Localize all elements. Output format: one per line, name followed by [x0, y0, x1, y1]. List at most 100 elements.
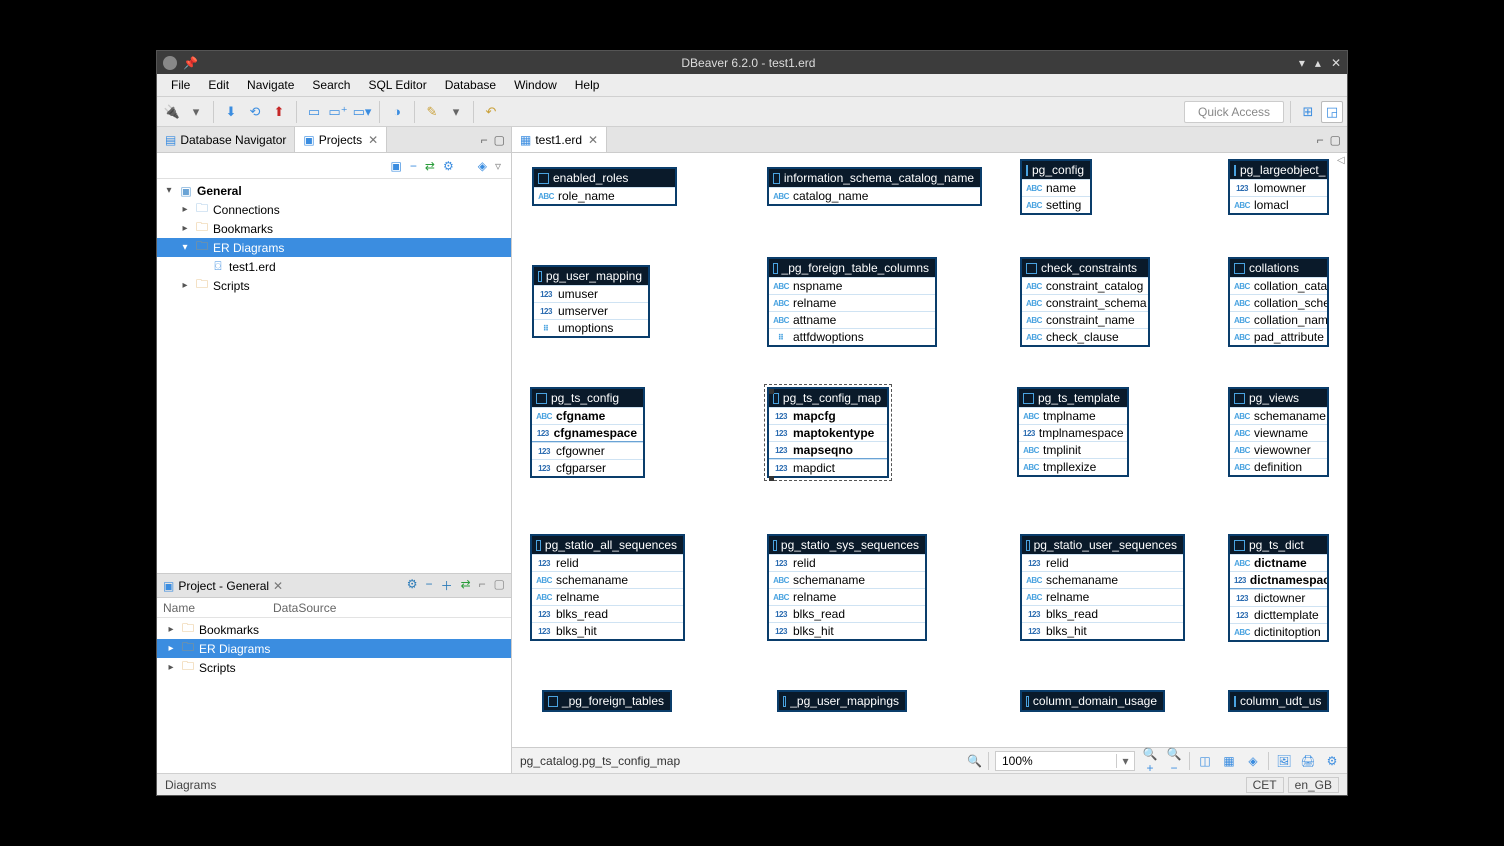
menu-help[interactable]: Help [567, 76, 608, 94]
erd-table-collations[interactable]: collationsABCcollation_cataloABCcollatio… [1228, 257, 1329, 347]
erd-table-header[interactable]: pg_statio_all_sequences [532, 536, 683, 554]
commit-icon[interactable]: ◑ [386, 101, 408, 123]
erd-table-pg_largeobject[interactable]: pg_largeobject_123lomownerABClomacl [1228, 159, 1329, 215]
erd-column[interactable]: ABCcollation_catalo [1230, 277, 1327, 294]
erd-column[interactable]: 123cfgparser [532, 459, 643, 476]
tree-item-connections[interactable]: ▸🗀Connections [157, 200, 511, 219]
erd-table-pg_ts_config_map[interactable]: pg_ts_config_map123mapcfg123maptokentype… [767, 387, 889, 478]
erd-column[interactable]: 123dictowner [1230, 589, 1327, 606]
erd-column[interactable]: 123mapdict [769, 459, 887, 476]
erd-column[interactable]: 123umuser [534, 285, 648, 302]
erd-column[interactable]: ABCschemaname [532, 571, 683, 588]
erd-layout-icon[interactable]: ◫ [1196, 754, 1214, 768]
erd-table-header[interactable]: column_domain_usage [1022, 692, 1163, 710]
erd-table-_pg_user_mappings[interactable]: _pg_user_mappings [777, 690, 907, 712]
menu-edit[interactable]: Edit [200, 76, 237, 94]
pin-icon[interactable]: 📌 [183, 56, 198, 70]
menu-sql-editor[interactable]: SQL Editor [360, 76, 434, 94]
erd-table-pg_ts_dict[interactable]: pg_ts_dictABCdictname123dictnamespac123d… [1228, 534, 1329, 642]
erd-table-header[interactable]: pg_largeobject_ [1230, 161, 1327, 179]
erd-column[interactable]: ABCconstraint_name [1022, 311, 1148, 328]
disconnect-icon[interactable]: ⬆ [268, 101, 290, 123]
erd-column[interactable]: 123blks_read [769, 605, 925, 622]
erd-table-pg_config[interactable]: pg_configABCnameABCsetting [1020, 159, 1092, 215]
erd-column[interactable]: 123mapseqno [769, 441, 887, 459]
sql-editor-icon[interactable]: ▭ [303, 101, 325, 123]
perspective-2-icon[interactable]: ◲ [1321, 101, 1343, 123]
view-menu-icon[interactable]: ▿ [495, 159, 501, 173]
erd-table-_pg_foreign_table_columns[interactable]: _pg_foreign_table_columnsABCnspnameABCre… [767, 257, 937, 347]
erd-column[interactable]: ABCrelname [1022, 588, 1183, 605]
erd-column[interactable]: 123blks_hit [769, 622, 925, 639]
erd-column[interactable]: ABCnspname [769, 277, 935, 294]
panel-collapse-icon[interactable]: − [426, 577, 433, 594]
edit-dropdown-icon[interactable]: ▾ [445, 101, 467, 123]
erd-column[interactable]: ABCrelname [769, 294, 935, 311]
erd-table-column_domain_usage[interactable]: column_domain_usage [1020, 690, 1165, 712]
palette-handle-icon[interactable]: ◁ [1337, 155, 1345, 169]
erd-table-header[interactable]: pg_ts_template [1019, 389, 1127, 407]
close-editor-tab-icon[interactable]: ✕ [588, 133, 598, 147]
editor-max-icon[interactable]: ▢ [1330, 133, 1341, 147]
erd-column[interactable]: ⠿umoptions [534, 319, 648, 336]
erd-print-icon[interactable]: 🖨 [1299, 754, 1317, 768]
tree-item-bookmarks[interactable]: ▸🗀Bookmarks [157, 219, 511, 238]
panel-min-icon[interactable]: ⌐ [479, 577, 486, 594]
erd-table-header[interactable]: information_schema_catalog_name [769, 169, 980, 187]
quick-access-input[interactable]: Quick Access [1184, 101, 1284, 123]
zoom-select[interactable]: 100% ▾ [995, 751, 1135, 771]
erd-column[interactable]: ABCtmplname [1019, 407, 1127, 424]
erd-column[interactable]: ABCconstraint_schema [1022, 294, 1148, 311]
erd-column[interactable]: ABCdefinition [1230, 458, 1327, 475]
navigator-tree[interactable]: ▾ ▣ General ▸🗀Connections▸🗀Bookmarks▾🗀ER… [157, 179, 511, 573]
tab-database-navigator[interactable]: ▤ Database Navigator [157, 127, 295, 152]
menu-window[interactable]: Window [506, 76, 565, 94]
minimize-view-icon[interactable]: ⌐ [481, 133, 488, 147]
erd-table-enabled_roles[interactable]: enabled_rolesABCrole_name [532, 167, 677, 206]
menu-search[interactable]: Search [304, 76, 358, 94]
project-item-er-diagrams[interactable]: ▸🗀ER Diagrams [157, 639, 511, 658]
erd-table-pg_statio_all_sequences[interactable]: pg_statio_all_sequences123relidABCschema… [530, 534, 685, 641]
erd-column[interactable]: ⠿attfdwoptions [769, 328, 935, 345]
maximize-icon[interactable]: ▴ [1315, 56, 1321, 70]
erd-table-header[interactable]: column_udt_us [1230, 692, 1327, 710]
sql-recent-icon[interactable]: ▭▾ [351, 101, 373, 123]
erd-column[interactable]: 123dicttemplate [1230, 606, 1327, 623]
erd-column[interactable]: ABCrelname [532, 588, 683, 605]
erd-canvas-area[interactable]: enabled_rolesABCrole_name information_sch… [512, 153, 1347, 747]
menu-navigate[interactable]: Navigate [239, 76, 302, 94]
erd-table-header[interactable]: pg_ts_config_map [769, 389, 887, 407]
erd-column[interactable]: ABCrole_name [534, 187, 675, 204]
minimize-icon[interactable]: ▾ [1299, 56, 1305, 70]
panel-link-icon[interactable]: ⇄ [461, 577, 471, 594]
erd-table-header[interactable]: _pg_foreign_tables [544, 692, 670, 710]
erd-column[interactable]: 123blks_hit [1022, 622, 1183, 639]
erd-table-header[interactable]: _pg_user_mappings [779, 692, 905, 710]
erd-column[interactable]: ABCconstraint_catalog [1022, 277, 1148, 294]
tab-projects[interactable]: ▣ Projects ✕ [295, 127, 387, 152]
erd-table-_pg_foreign_tables[interactable]: _pg_foreign_tables [542, 690, 672, 712]
erd-column[interactable]: 123blks_read [1022, 605, 1183, 622]
erd-column[interactable]: ABCviewowner [1230, 441, 1327, 458]
menu-database[interactable]: Database [437, 76, 504, 94]
erd-table-header[interactable]: check_constraints [1022, 259, 1148, 277]
erd-column[interactable]: ABClomacl [1230, 196, 1327, 213]
zoom-out-icon[interactable]: 🔍− [1165, 747, 1183, 775]
sql-new-icon[interactable]: ▭⁺ [327, 101, 349, 123]
erd-column[interactable]: ABCdictname [1230, 554, 1327, 571]
erd-column[interactable]: ABCschemaname [1022, 571, 1183, 588]
tree-item-scripts[interactable]: ▸🗀Scripts [157, 276, 511, 295]
project-item-bookmarks[interactable]: ▸🗀Bookmarks [157, 620, 511, 639]
erd-table-header[interactable]: pg_statio_sys_sequences [769, 536, 925, 554]
erd-refresh-icon[interactable]: ◈ [1244, 754, 1262, 768]
erd-column[interactable]: ABCrelname [769, 588, 925, 605]
perspective-1-icon[interactable]: ⊞ [1297, 101, 1319, 123]
tree-item-er-diagrams[interactable]: ▾🗀ER Diagrams [157, 238, 511, 257]
panel-add-icon[interactable]: ＋ [441, 577, 453, 594]
erd-table-pg_user_mapping[interactable]: pg_user_mapping123umuser123umserver⠿umop… [532, 265, 650, 338]
edit-icon[interactable]: ✎ [421, 101, 443, 123]
new-project-icon[interactable]: ▣ [391, 159, 402, 173]
maximize-view-icon[interactable]: ▢ [494, 133, 505, 147]
erd-column[interactable]: ABCname [1022, 179, 1090, 196]
erd-canvas[interactable]: enabled_rolesABCrole_name information_sch… [512, 153, 1335, 747]
